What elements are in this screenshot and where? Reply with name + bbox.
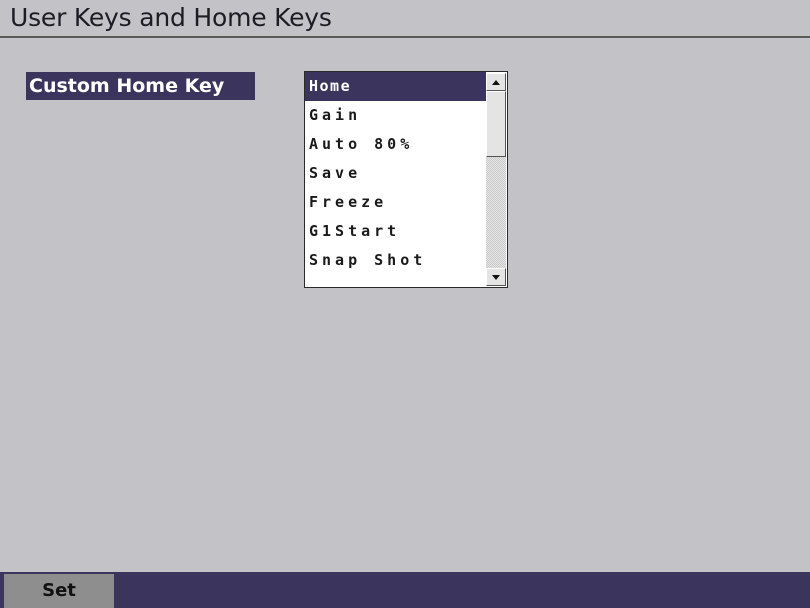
scroll-down-button[interactable] xyxy=(486,268,506,286)
page-title: User Keys and Home Keys xyxy=(10,3,332,32)
scroll-thumb[interactable] xyxy=(486,91,506,157)
listbox-scrollbar[interactable] xyxy=(486,73,506,286)
softkey-bar: Set xyxy=(0,572,810,608)
list-item-auto-80[interactable]: Auto 80% xyxy=(305,130,486,159)
scroll-up-arrow-icon xyxy=(492,80,500,85)
list-item-save[interactable]: Save xyxy=(305,159,486,188)
scroll-up-button[interactable] xyxy=(486,73,506,91)
list-item-gain[interactable]: Gain xyxy=(305,101,486,130)
list-item-home[interactable]: Home xyxy=(305,72,486,101)
set-button[interactable]: Set xyxy=(4,574,114,608)
title-bar: User Keys and Home Keys xyxy=(0,0,810,38)
screen: User Keys and Home Keys Custom Home Key … xyxy=(0,0,810,608)
scroll-down-arrow-icon xyxy=(492,275,500,280)
listbox-items: Home Gain Auto 80% Save Freeze G1Start S… xyxy=(305,72,486,275)
home-key-listbox[interactable]: Home Gain Auto 80% Save Freeze G1Start S… xyxy=(304,71,508,288)
list-item-freeze[interactable]: Freeze xyxy=(305,188,486,217)
list-item-snap-shot[interactable]: Snap Shot xyxy=(305,246,486,275)
list-item-g1start[interactable]: G1Start xyxy=(305,217,486,246)
custom-home-key-label[interactable]: Custom Home Key xyxy=(26,72,255,100)
